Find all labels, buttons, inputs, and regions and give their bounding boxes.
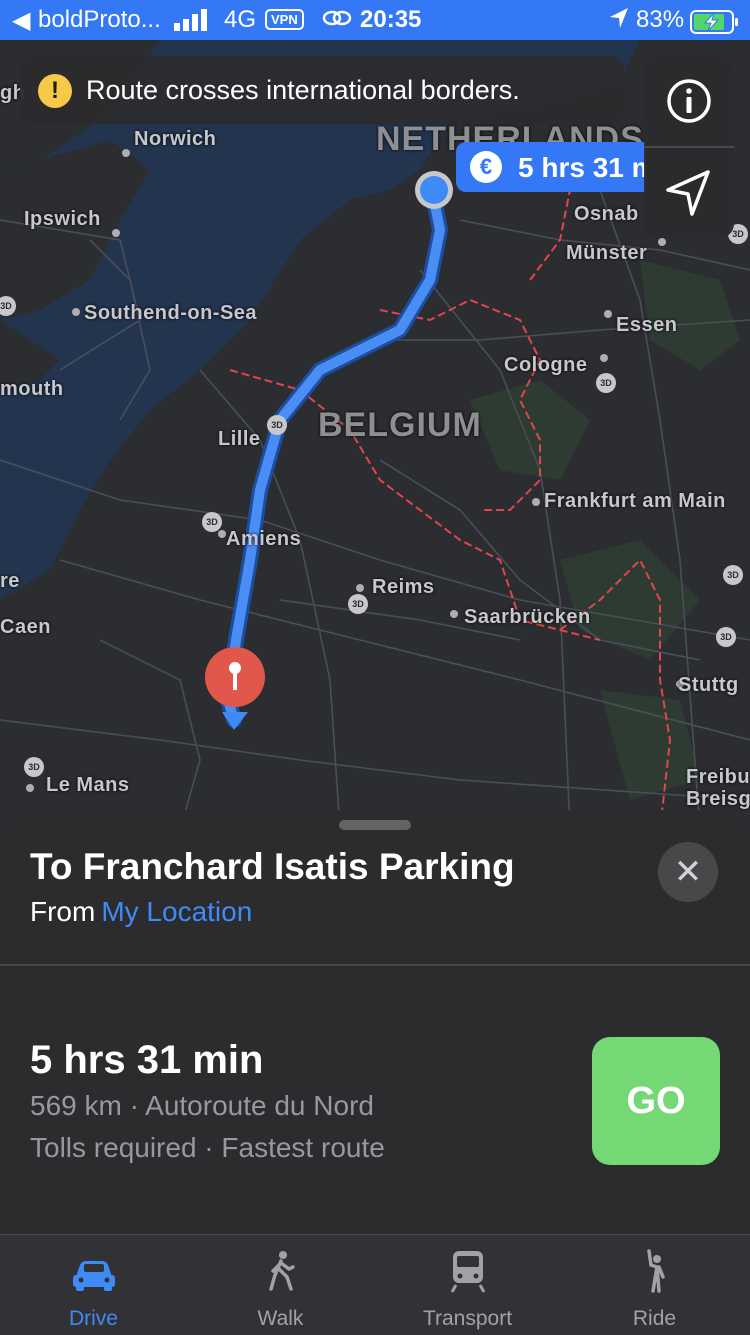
from-label: From <box>30 896 96 927</box>
from-location-link[interactable]: My Location <box>101 896 252 927</box>
sheet-divider <box>0 964 750 966</box>
location-arrow-icon <box>666 170 710 216</box>
route-distance-detail: 569 km · Autoroute du Nord <box>30 1090 374 1121</box>
map-label-amiens: Amiens <box>226 528 302 550</box>
sheet-grabber[interactable] <box>339 820 411 830</box>
route-eta: 5 hrs 31 min <box>30 1038 264 1082</box>
tab-walk[interactable]: Walk <box>187 1235 374 1335</box>
route-duration-tag[interactable]: € 5 hrs 31 m <box>456 142 646 192</box>
svg-text:3D: 3D <box>28 762 40 772</box>
map-label-breisg: Breisg <box>686 788 750 810</box>
car-icon <box>73 1261 115 1291</box>
map-label-lille: Lille <box>218 428 261 450</box>
close-button[interactable]: ✕ <box>658 842 718 902</box>
ride-icon <box>647 1249 665 1293</box>
map-label-belgium: BELGIUM <box>318 406 482 444</box>
map-label-munster: Münster <box>566 242 648 264</box>
train-icon <box>450 1251 486 1293</box>
map-label-saarbrucken: Saarbrücken <box>464 606 591 628</box>
map-label-osnab: Osnab <box>574 203 639 225</box>
clock-time: 20:35 <box>360 6 422 33</box>
current-location-button[interactable] <box>644 148 734 238</box>
tab-ride-label: Ride <box>632 1307 677 1330</box>
svg-text:3D: 3D <box>0 301 12 311</box>
tab-walk-label: Walk <box>257 1307 304 1330</box>
map-label-stuttg: Stuttg <box>678 674 739 696</box>
walk-icon <box>269 1251 295 1291</box>
map-label-caen: Caen <box>0 616 51 638</box>
map-label-le-mans: Le Mans <box>46 774 130 796</box>
network-type: 4G <box>224 6 257 33</box>
map-label-frankfurt: Frankfurt am Main <box>544 490 726 512</box>
svg-text:3D: 3D <box>206 517 218 527</box>
map-controls <box>644 56 734 238</box>
map-label-cologne: Cologne <box>504 354 588 376</box>
map-label-ipswich: Ipswich <box>24 208 101 230</box>
svg-text:3D: 3D <box>352 599 364 609</box>
warning-icon: ! <box>38 74 72 108</box>
back-to-app-label[interactable]: boldProto... <box>38 6 161 34</box>
svg-text:3D: 3D <box>732 229 744 239</box>
euro-toll-icon: € <box>470 151 502 183</box>
signal-icon <box>174 9 208 38</box>
map-label-norwich: Norwich <box>134 128 217 150</box>
map-label-essen: Essen <box>616 314 678 336</box>
info-button[interactable] <box>644 56 734 146</box>
battery-charging-icon <box>690 10 740 41</box>
link-icon <box>322 6 352 37</box>
location-arrow-icon <box>608 6 630 37</box>
vpn-badge: VPN <box>265 9 304 30</box>
route-duration-label: 5 hrs 31 m <box>518 152 646 183</box>
transport-mode-tabbar: Drive Walk Transport Ride <box>0 1234 750 1335</box>
map-label-re: re <box>0 570 20 592</box>
info-icon <box>667 79 711 123</box>
map-label-reims: Reims <box>372 576 435 598</box>
map-label-mouth: mouth <box>0 378 64 400</box>
tab-ride[interactable]: Ride <box>561 1235 748 1335</box>
svg-text:3D: 3D <box>271 420 283 430</box>
map-label-southend: Southend-on-Sea <box>84 302 258 324</box>
back-arrow-icon[interactable]: ◀ <box>12 6 30 35</box>
go-button[interactable]: GO <box>592 1037 720 1165</box>
map-label-freibu: Freibu <box>686 766 750 788</box>
svg-text:3D: 3D <box>600 378 612 388</box>
battery-percent: 83% <box>636 6 685 33</box>
svg-text:3D: 3D <box>727 570 739 580</box>
status-bar: ◀ boldProto... 4G VPN 20:35 83% <box>0 0 750 40</box>
border-warning-banner[interactable]: ! Route crosses international borders. <box>20 56 624 124</box>
warning-text: Route crosses international borders. <box>86 75 520 105</box>
tab-drive[interactable]: Drive <box>0 1235 187 1335</box>
tab-transport-label: Transport <box>422 1307 513 1330</box>
route-sheet: To Franchard Isatis Parking From My Locat… <box>0 810 750 1234</box>
svg-text:3D: 3D <box>720 632 732 642</box>
tab-transport[interactable]: Transport <box>374 1235 561 1335</box>
from-row: From My Location <box>30 896 252 928</box>
route-toll-detail: Tolls required · Fastest route <box>30 1132 385 1163</box>
destination-title: To Franchard Isatis Parking <box>30 846 515 887</box>
tab-drive-label: Drive <box>68 1307 118 1330</box>
